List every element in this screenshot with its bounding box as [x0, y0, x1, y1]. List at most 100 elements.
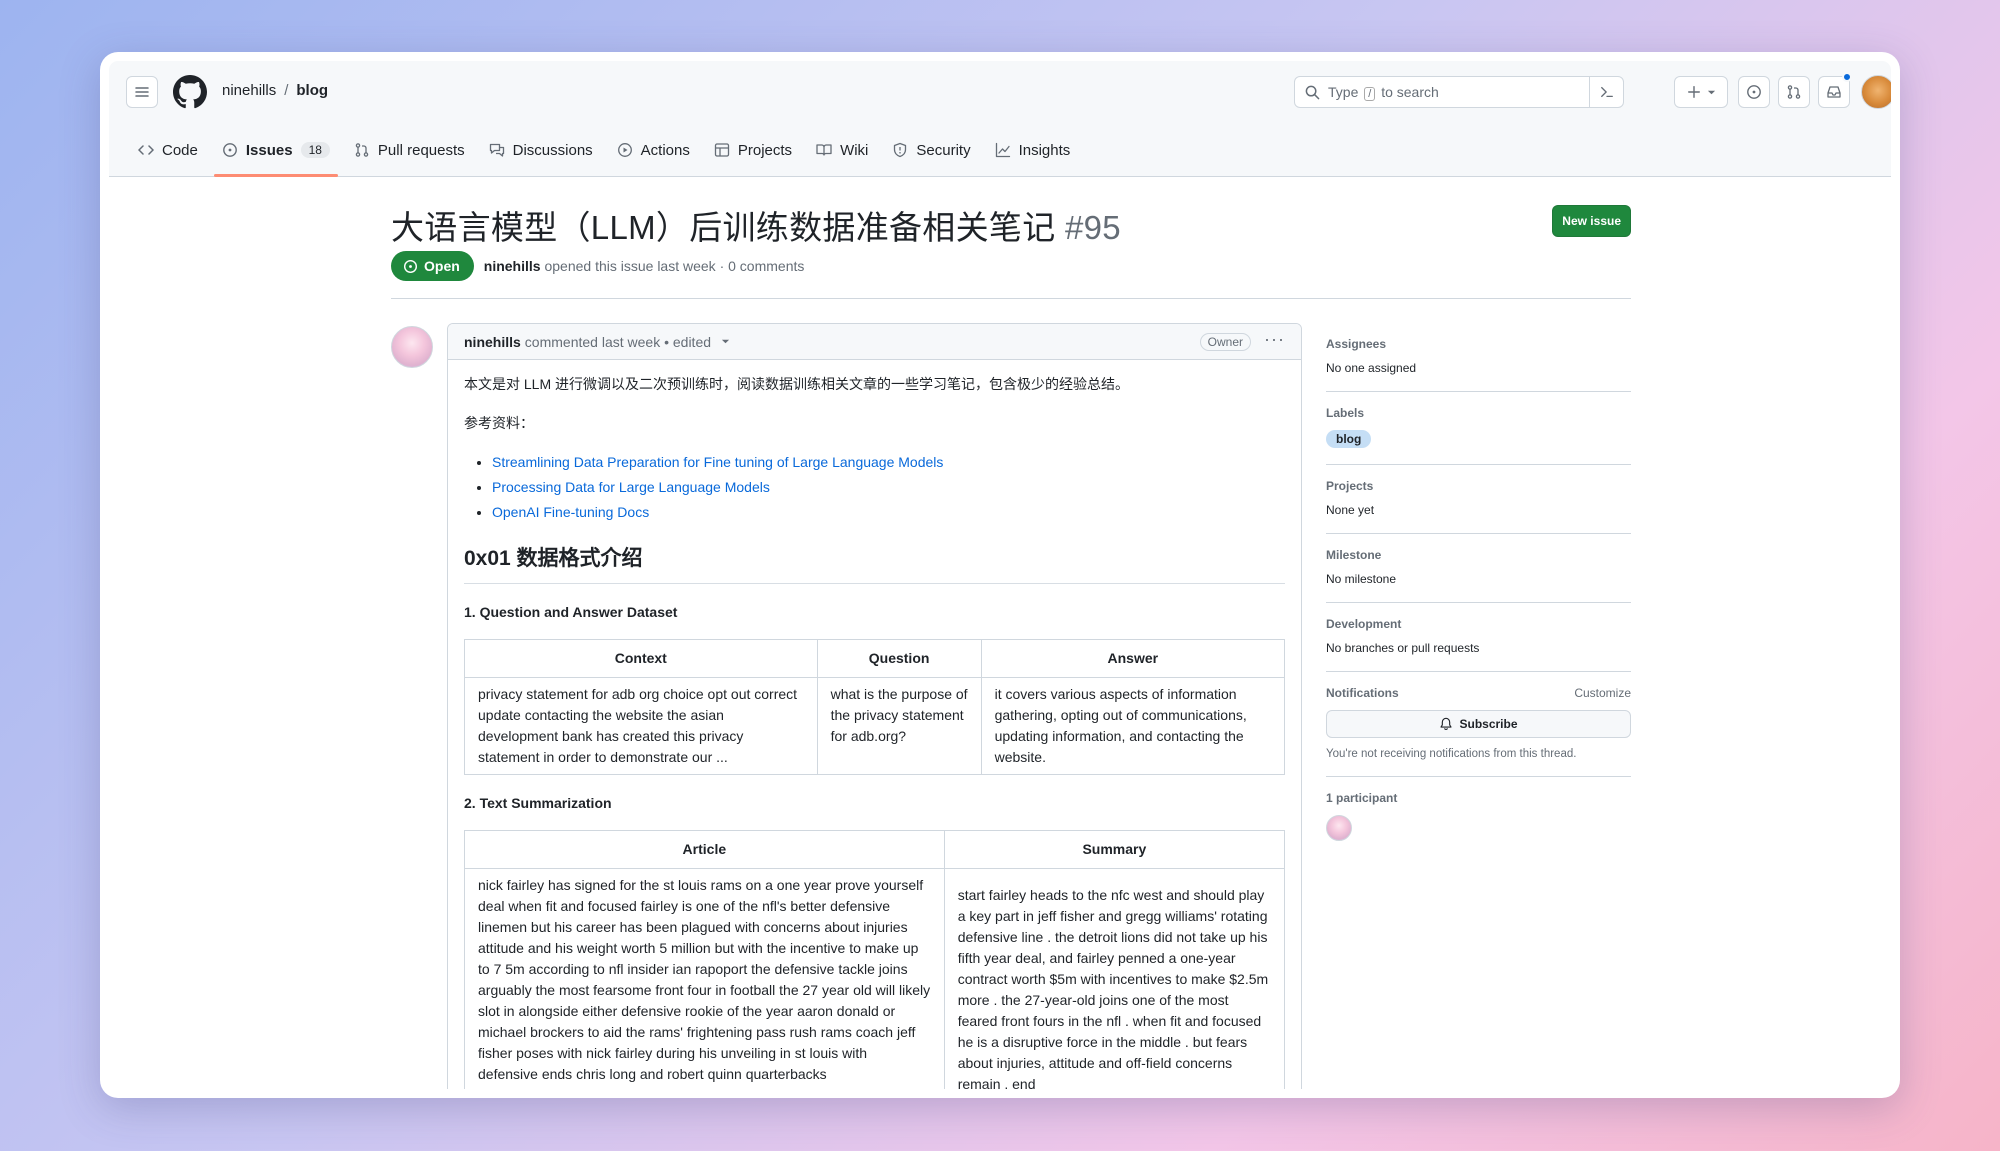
issues-count-badge: 18	[300, 142, 330, 158]
sidebar-value: No milestone	[1326, 572, 1397, 586]
sidebar-value: None yet	[1326, 503, 1375, 517]
repo-nav-tabs: Code Issues 18 Pull requests Discussions…	[126, 123, 1082, 177]
tab-code[interactable]: Code	[126, 123, 210, 177]
search-placeholder: Type / to search	[1328, 83, 1439, 101]
label-badge[interactable]: blog	[1326, 430, 1372, 448]
pull-requests-shortcut-button[interactable]	[1778, 76, 1810, 108]
sidebar-projects[interactable]: Projects None yet	[1326, 465, 1631, 534]
table-row: nick fairley has signed for the st louis…	[464, 867, 1286, 1089]
github-logo-icon[interactable]	[173, 75, 207, 109]
tab-insights[interactable]: Insights	[983, 123, 1083, 177]
breadcrumb-owner[interactable]: ninehills	[222, 82, 276, 99]
table-header-row: Article Summary	[464, 829, 1286, 869]
table-cell: start fairley heads to the nfc west and …	[943, 867, 1286, 1089]
avatar[interactable]	[391, 326, 433, 368]
issue-opened-icon	[403, 259, 418, 273]
tab-code-label: Code	[162, 141, 198, 159]
status-badge: Open	[391, 251, 474, 281]
tab-projects[interactable]: Projects	[702, 123, 804, 177]
list-item: OpenAI Fine-tuning Docs	[492, 502, 1285, 523]
issues-shortcut-button[interactable]	[1738, 76, 1770, 108]
subscribe-button[interactable]: Subscribe	[1326, 710, 1631, 738]
comment-header: ninehills commented last week • edited O…	[448, 324, 1301, 360]
issue-author-line: ninehills opened this issue last week · …	[483, 258, 805, 274]
issue-title-row: 大语言模型（LLM）后训练数据准备相关笔记 #95 New issue	[391, 201, 1631, 249]
table-row: privacy statement for adb org choice opt…	[464, 676, 1286, 775]
triangle-down-icon	[1707, 90, 1715, 94]
shield-icon	[894, 142, 907, 158]
references-heading: 参考资料：	[464, 415, 534, 431]
sidebar-heading: 1 participant	[1326, 791, 1398, 805]
divider	[391, 298, 1631, 299]
comment-author[interactable]: ninehills	[464, 334, 521, 350]
table-cell: it covers various aspects of information…	[980, 676, 1286, 775]
sidebar-heading: Labels	[1326, 406, 1365, 420]
tab-actions[interactable]: Actions	[605, 123, 702, 177]
play-icon	[617, 143, 632, 157]
qa-table: Context Question Answer privacy statemen…	[464, 638, 1286, 775]
table-header: Summary	[943, 829, 1286, 869]
issue-number: #95	[1064, 209, 1121, 246]
book-icon	[816, 144, 832, 156]
sidebar-participants: 1 participant	[1326, 777, 1631, 857]
sidebar-heading: Development	[1326, 617, 1402, 631]
table-header: Article	[464, 829, 945, 869]
tab-issues[interactable]: Issues 18	[210, 123, 342, 177]
comment-body: 本文是对 LLM 进行微调以及二次预训练时，阅读数据训练相关文章的一些学习笔记，…	[448, 360, 1301, 1089]
issue-opened-icon	[1747, 85, 1761, 99]
issue-title: 大语言模型（LLM）后训练数据准备相关笔记 #95	[391, 209, 1121, 246]
intro-paragraph: 本文是对 LLM 进行微调以及二次预训练时，阅读数据训练相关文章的一些学习笔记，…	[464, 376, 1130, 392]
sidebar-assignees[interactable]: Assignees No one assigned	[1326, 323, 1631, 392]
tab-security[interactable]: Security	[880, 123, 982, 177]
tab-pull-requests-label: Pull requests	[377, 141, 465, 159]
issue-author-link[interactable]: ninehills	[484, 258, 541, 274]
tab-pull-requests[interactable]: Pull requests	[342, 123, 477, 177]
create-new-button[interactable]	[1674, 76, 1728, 108]
search-icon	[1305, 85, 1320, 99]
triangle-down-icon[interactable]	[721, 337, 730, 346]
list-item: Streamlining Data Preparation for Fine t…	[492, 452, 1285, 473]
menu-button[interactable]	[126, 76, 158, 108]
sidebar-milestone[interactable]: Milestone No milestone	[1326, 534, 1631, 603]
breadcrumb-repo[interactable]: blog	[296, 82, 328, 99]
tab-security-label: Security	[916, 141, 971, 159]
reference-link[interactable]: Streamlining Data Preparation for Fine t…	[492, 454, 943, 470]
search-input[interactable]: Type / to search	[1294, 76, 1624, 108]
customize-link[interactable]: Customize	[1574, 686, 1631, 700]
user-avatar[interactable]	[1861, 75, 1891, 109]
issue-meta: Open ninehills opened this issue last we…	[391, 251, 804, 281]
tab-discussions[interactable]: Discussions	[477, 123, 605, 177]
sidebar-value: No branches or pull requests	[1326, 641, 1480, 655]
sidebar-labels[interactable]: Labels blog	[1326, 392, 1631, 465]
plus-icon	[1687, 86, 1700, 98]
inbox-icon	[1827, 86, 1841, 98]
sidebar-heading: Assignees	[1326, 337, 1387, 351]
tab-wiki[interactable]: Wiki	[804, 123, 880, 177]
table-header: Question	[816, 638, 982, 678]
reference-list: Streamlining Data Preparation for Fine t…	[492, 452, 1285, 523]
table-icon	[714, 143, 730, 157]
reference-link[interactable]: OpenAI Fine-tuning Docs	[492, 504, 649, 520]
hamburger-icon	[135, 87, 149, 97]
avatar[interactable]	[1326, 815, 1352, 841]
sidebar-development[interactable]: Development No branches or pull requests	[1326, 603, 1631, 672]
sidebar-notifications: Notifications Customize Subscribe You're…	[1326, 672, 1631, 777]
issue-opened-icon	[222, 143, 237, 157]
graph-icon	[995, 142, 1010, 158]
table-cell: nick fairley has signed for the st louis…	[464, 867, 945, 1089]
table-header-row: Context Question Answer	[464, 638, 1286, 678]
list-item: Processing Data for Large Language Model…	[492, 477, 1285, 498]
comment-meta: commented last week • edited	[524, 333, 712, 350]
table-header: Answer	[980, 638, 1286, 678]
subsection-heading: 1. Question and Answer Dataset	[464, 603, 678, 620]
table-header: Context	[464, 638, 818, 678]
summarization-table: Article Summary nick fairley has signed …	[464, 829, 1286, 1089]
git-pull-request-icon	[355, 143, 369, 157]
reference-link[interactable]: Processing Data for Large Language Model…	[492, 479, 770, 495]
command-palette-button[interactable]	[1589, 77, 1623, 107]
section-heading: 0x01 数据格式介绍	[464, 543, 1285, 584]
kebab-horizontal-icon[interactable]: ···	[1264, 329, 1285, 350]
breadcrumb-separator: /	[284, 82, 289, 99]
new-issue-button[interactable]: New issue	[1552, 205, 1631, 237]
notification-indicator	[1842, 72, 1852, 82]
